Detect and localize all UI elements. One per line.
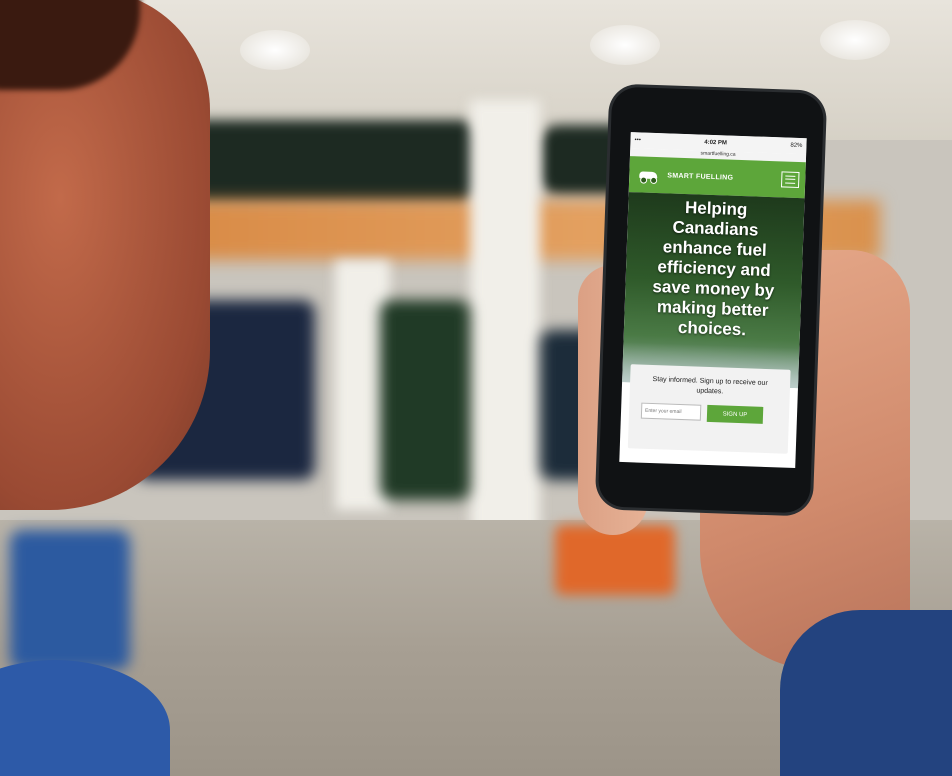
- smartphone: ••• 4:02 PM 82% smartfuelling.ca SMART F…: [597, 86, 825, 514]
- orange-barrier: [555, 525, 675, 595]
- hero-headline: Helping Canadians enhance fuel efficienc…: [652, 198, 775, 340]
- hero-banner: Helping Canadians enhance fuel efficienc…: [622, 192, 805, 389]
- battery-level: 82%: [790, 142, 803, 150]
- ceiling-light: [240, 30, 310, 70]
- phone-screen: ••• 4:02 PM 82% smartfuelling.ca SMART F…: [619, 132, 807, 469]
- car-icon[interactable]: [635, 167, 661, 185]
- blue-container: [10, 530, 130, 670]
- canopy-sign: [180, 120, 480, 205]
- brand-name[interactable]: SMART FUELLING: [667, 172, 775, 183]
- fuel-pump: [380, 300, 470, 500]
- photo-scene: ••• 4:02 PM 82% smartfuelling.ca SMART F…: [0, 0, 952, 776]
- signal-icon: •••: [634, 137, 641, 144]
- status-time: 4:02 PM: [704, 139, 728, 147]
- person-sleeve: [780, 610, 952, 776]
- station-pillar: [470, 100, 540, 550]
- ceiling-light: [590, 25, 660, 65]
- site-nav: SMART FUELLING: [628, 156, 806, 199]
- email-input[interactable]: [640, 402, 702, 421]
- hamburger-menu-icon[interactable]: [780, 171, 800, 189]
- signup-button[interactable]: SIGN UP: [706, 404, 764, 424]
- signup-card: Stay informed. Sign up to receive our up…: [627, 364, 791, 454]
- signup-row: SIGN UP: [629, 394, 790, 425]
- ceiling-light: [820, 20, 890, 60]
